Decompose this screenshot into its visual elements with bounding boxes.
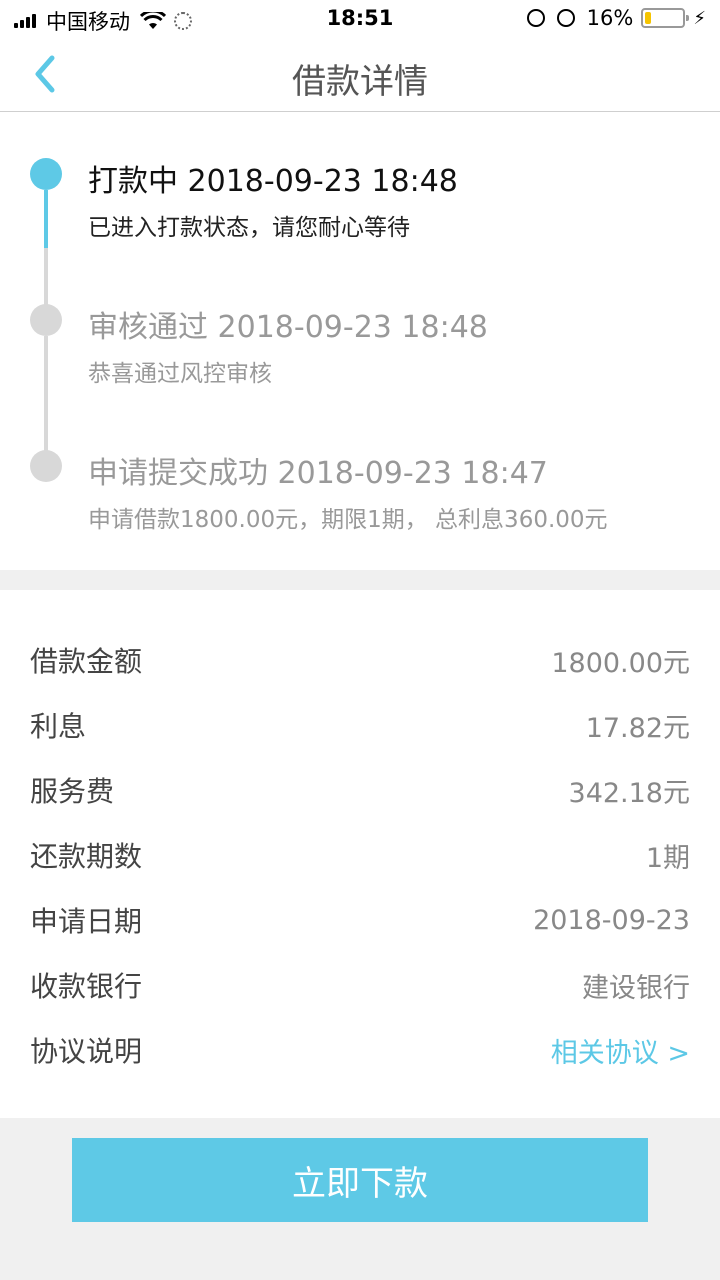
timeline-desc: 已进入打款状态，请您耐心等待 bbox=[88, 215, 410, 241]
page-title: 借款详情 bbox=[292, 62, 428, 102]
detail-row-periods: 还款期数 1期 bbox=[30, 835, 690, 875]
agreement-link[interactable]: 相关协议 > bbox=[551, 1031, 690, 1070]
detail-label: 服务费 bbox=[30, 775, 115, 808]
nav-bar: 借款详情 bbox=[0, 36, 720, 112]
detail-value: 17.82元 bbox=[585, 712, 690, 744]
detail-value: 建设银行 bbox=[582, 972, 690, 1004]
detail-row-apply-date: 申请日期 2018-09-23 bbox=[30, 900, 690, 940]
timeline-title: 打款中 2018-09-23 18:48 bbox=[88, 164, 458, 199]
detail-value: 1期 bbox=[645, 842, 690, 874]
rotation-lock-icon bbox=[526, 9, 545, 27]
detail-label: 借款金额 bbox=[30, 645, 143, 678]
timeline-line bbox=[44, 336, 48, 452]
detail-label: 收款银行 bbox=[30, 970, 143, 1003]
detail-row-bank: 收款银行 建设银行 bbox=[30, 965, 690, 1005]
detail-value: 342.18元 bbox=[568, 777, 690, 809]
status-bar: 中国移动 18:51 16% ⚡ bbox=[0, 0, 720, 36]
timeline-card: 打款中 2018-09-23 18:48 已进入打款状态，请您耐心等待 审核通过… bbox=[0, 112, 720, 570]
battery-cap bbox=[686, 15, 690, 21]
battery-fill bbox=[645, 12, 652, 24]
timeline-line bbox=[44, 248, 48, 308]
battery-icon bbox=[641, 8, 690, 28]
timeline-dot bbox=[30, 450, 62, 482]
battery-percent: 16% bbox=[586, 6, 634, 30]
detail-label: 还款期数 bbox=[30, 840, 143, 873]
detail-row-agreement: 协议说明 相关协议 > bbox=[30, 1030, 690, 1070]
detail-value: 2018-09-23 bbox=[533, 904, 690, 936]
timeline-line-active bbox=[44, 190, 48, 248]
detail-row-amount: 借款金额 1800.00元 bbox=[30, 640, 690, 680]
status-right: 16% ⚡ bbox=[526, 6, 706, 30]
detail-row-service-fee: 服务费 342.18元 bbox=[30, 770, 690, 810]
detail-label: 申请日期 bbox=[30, 905, 143, 938]
timeline-dot bbox=[30, 304, 62, 336]
timeline-dot-active bbox=[30, 158, 62, 190]
timeline-title: 审核通过 2018-09-23 18:48 bbox=[88, 310, 488, 345]
alarm-icon bbox=[556, 9, 575, 27]
charging-icon: ⚡ bbox=[693, 7, 706, 29]
timeline-desc: 申请借款1800.00元，期限1期， 总利息360.00元 bbox=[88, 507, 608, 533]
detail-value: 1800.00元 bbox=[551, 647, 690, 679]
disburse-now-button[interactable]: 立即下款 bbox=[72, 1138, 648, 1222]
loan-detail-card: 借款金额 1800.00元 利息 17.82元 服务费 342.18元 还款期数… bbox=[0, 590, 720, 1118]
detail-row-interest: 利息 17.82元 bbox=[30, 705, 690, 745]
detail-label: 利息 bbox=[30, 710, 87, 743]
timeline-title: 申请提交成功 2018-09-23 18:47 bbox=[88, 456, 548, 491]
timeline-desc: 恭喜通过风控审核 bbox=[88, 361, 272, 387]
detail-label: 协议说明 bbox=[30, 1035, 143, 1068]
